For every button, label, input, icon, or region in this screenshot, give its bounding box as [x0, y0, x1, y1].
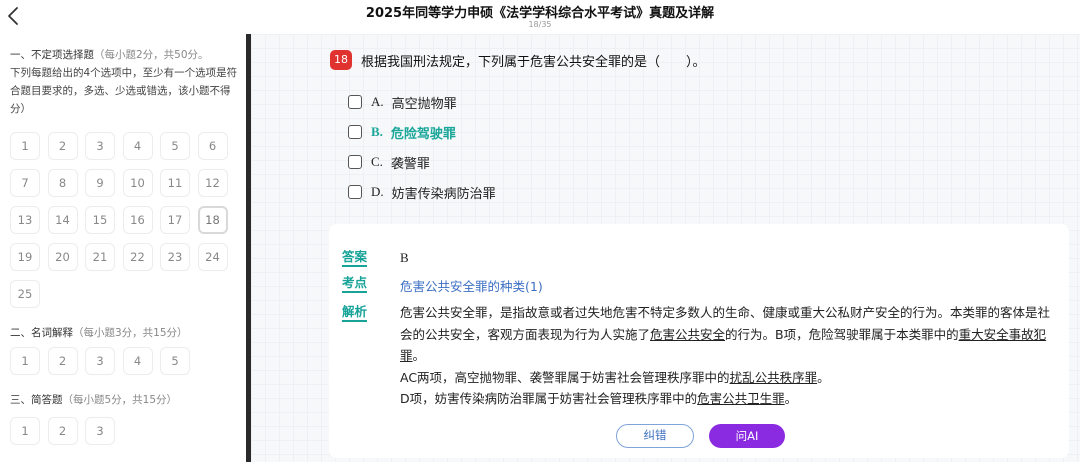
- question-progress: 18/35: [528, 20, 552, 29]
- question-number-button[interactable]: 3: [85, 347, 115, 375]
- analysis-paragraph: 危害公共安全罪，是指故意或者过失地危害不特定多数人的生命、健康或重大公私财产安全…: [400, 305, 1051, 363]
- section-multiple-choice: 一、不定项选择题（每小题2分，共50分。 下列每题给出的4个选项中，至少有一个选…: [10, 46, 238, 118]
- checkbox[interactable]: [348, 125, 362, 139]
- question-number-button[interactable]: 1: [10, 132, 40, 160]
- question-number-button[interactable]: 2: [47, 347, 78, 375]
- question-number-badge: 18: [330, 50, 352, 70]
- question-number-button[interactable]: 6: [197, 132, 228, 160]
- question-number-button[interactable]: 3: [85, 132, 115, 160]
- question-navigator: 一、不定项选择题（每小题2分，共50分。 下列每题给出的4个选项中，至少有一个选…: [0, 34, 246, 462]
- knowledge-point-label: 考点: [342, 275, 368, 293]
- option-letter: D.: [371, 184, 384, 199]
- question-number-button[interactable]: 17: [160, 206, 190, 234]
- question-number-button[interactable]: 1: [10, 417, 40, 445]
- question-number-button[interactable]: 9: [85, 169, 115, 197]
- section-hint: （每小题3分，共15分）: [73, 327, 188, 339]
- ask-ai-button[interactable]: 问AI: [709, 424, 785, 448]
- question-number-button[interactable]: 18: [197, 206, 228, 234]
- question-number-button[interactable]: 24: [197, 243, 228, 271]
- question-number-button[interactable]: 13: [10, 206, 40, 234]
- question-number-button[interactable]: 23: [160, 243, 190, 271]
- section-hint: （每小题5分，共15分）: [62, 394, 178, 406]
- question-number-button[interactable]: 4: [122, 132, 153, 160]
- section-hint: （每小题2分，共50分。: [94, 49, 209, 61]
- option-text: 袭警罪: [390, 156, 430, 172]
- question-number-button[interactable]: 3: [85, 417, 115, 445]
- answer-label: 答案: [342, 249, 368, 267]
- question-number-button[interactable]: 4: [122, 347, 153, 375]
- section-title: 一、不定项选择题: [10, 49, 94, 61]
- option-letter: A.: [371, 94, 384, 109]
- question-number-button[interactable]: 15: [85, 206, 115, 234]
- question-number-button[interactable]: 16: [122, 206, 153, 234]
- answer-value: B: [400, 250, 409, 265]
- answer-explanation-card: 答案 B 考点 危害公共安全罪的种类(1) 解析 危害公共安全罪，是指故意或者过…: [329, 224, 1069, 458]
- option-text: 妨害传染病防治罪: [391, 186, 496, 202]
- question-number-button[interactable]: 2: [47, 417, 78, 445]
- question-number-button[interactable]: 21: [85, 243, 115, 271]
- analysis-paragraph: D项，妨害传染病防治罪属于妨害社会管理秩序罪中的危害公共卫生罪。: [400, 391, 798, 406]
- question-number-button[interactable]: 5: [160, 347, 190, 375]
- section-title: 三、简答题: [10, 394, 63, 406]
- section-short-answer: 三、简答题（每小题5分，共15分）: [10, 391, 177, 409]
- question-number-button[interactable]: 14: [47, 206, 78, 234]
- checkbox[interactable]: [348, 95, 362, 109]
- question-number-button[interactable]: 11: [160, 169, 190, 197]
- section-title: 二、名词解释: [10, 327, 73, 339]
- question-number-button[interactable]: 8: [47, 169, 78, 197]
- question-number-button[interactable]: 1: [10, 347, 40, 375]
- section-term-explanation: 二、名词解释（每小题3分，共15分）: [10, 324, 188, 342]
- page-title: 2025年同等学力申硕《法学学科综合水平考试》真题及详解: [365, 6, 715, 21]
- question-number-button[interactable]: 2: [47, 132, 78, 160]
- option-c[interactable]: C. 袭警罪: [348, 152, 430, 172]
- option-a[interactable]: A. 高空抛物罪: [348, 92, 457, 112]
- option-text: 高空抛物罪: [391, 96, 457, 112]
- question-number-button[interactable]: 5: [160, 132, 190, 160]
- checkbox[interactable]: [348, 155, 362, 169]
- question-number-button[interactable]: 7: [10, 169, 40, 197]
- question-number-button[interactable]: 25: [10, 280, 40, 308]
- question-number-button[interactable]: 10: [122, 169, 153, 197]
- analysis-paragraph: AC两项，高空抛物罪、袭警罪属于妨害社会管理秩序罪中的扰乱公共秩序罪。: [400, 369, 830, 385]
- analysis-text: 危害公共安全罪，是指故意或者过失地危害不特定多数人的生命、健康或重大公私财产安全…: [400, 302, 1062, 410]
- option-b[interactable]: B. 危险驾驶罪: [348, 122, 456, 142]
- question-area: 18 根据我国刑法规定，下列属于危害公共安全罪的是（ ）。 A. 高空抛物罪 B…: [251, 34, 1080, 462]
- question-text: 根据我国刑法规定，下列属于危害公共安全罪的是（ ）。: [361, 55, 706, 70]
- question-number-button[interactable]: 19: [10, 243, 40, 271]
- question-number-button[interactable]: 20: [47, 243, 78, 271]
- analysis-label: 解析: [342, 304, 368, 322]
- knowledge-point-link[interactable]: 危害公共安全罪的种类(1): [400, 276, 543, 295]
- checkbox[interactable]: [348, 185, 362, 199]
- report-error-button[interactable]: 纠错: [616, 424, 694, 448]
- option-letter: B.: [371, 124, 383, 139]
- section-instructions: 下列每题给出的4个选项中，至少有一个选项是符合题目要求的，多选、少选或错选，该小…: [10, 67, 238, 115]
- option-letter: C.: [371, 154, 383, 169]
- option-d[interactable]: D. 妨害传染病防治罪: [348, 182, 496, 202]
- question-number-button[interactable]: 12: [197, 169, 228, 197]
- option-text: 危险驾驶罪: [390, 126, 456, 142]
- top-bar: 2025年同等学力申硕《法学学科综合水平考试》真题及详解 18/35: [0, 0, 1080, 34]
- question-number-button[interactable]: 22: [122, 243, 153, 271]
